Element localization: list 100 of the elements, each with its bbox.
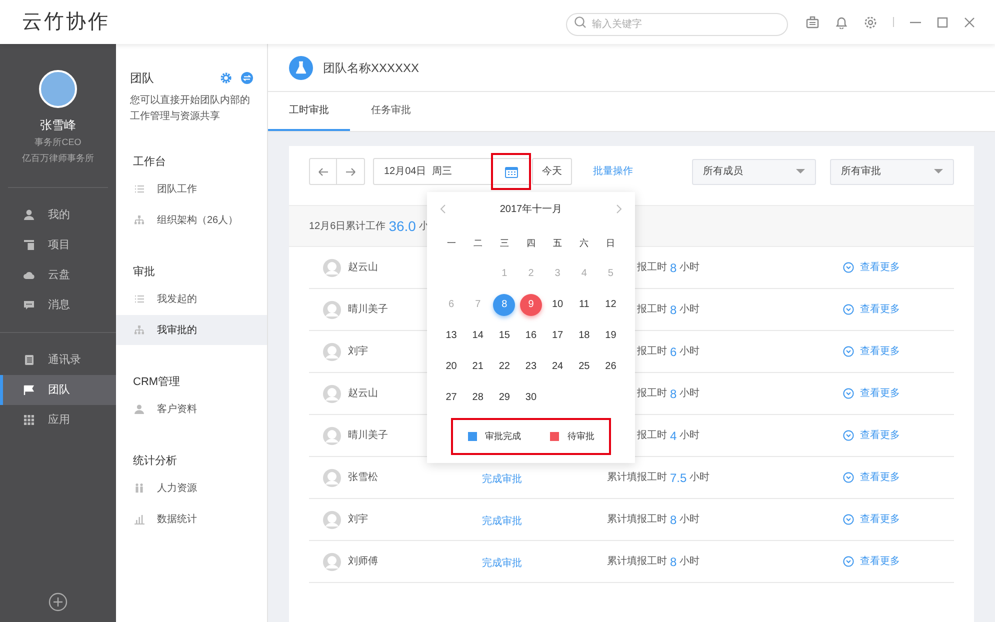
maximize-icon <box>937 16 948 28</box>
day-cell[interactable]: 16 <box>525 328 537 343</box>
weekday-label: 三 <box>498 237 510 250</box>
member-name: 晴川美子 <box>348 428 388 443</box>
next-month-button[interactable] <box>615 204 623 214</box>
day-cell[interactable]: 21 <box>472 359 484 374</box>
filter-select[interactable]: 所有成员 <box>692 158 816 184</box>
avatar-icon <box>323 384 341 402</box>
panel-item[interactable]: 我审批的 <box>116 315 267 345</box>
calendar-icon <box>504 166 518 178</box>
nav-item[interactable]: 应用 <box>0 405 116 435</box>
nav-item[interactable]: 项目 <box>0 230 116 260</box>
panel-description: 您可以直接开始团队内部的工作管理与资源共享 <box>129 94 251 124</box>
search-field[interactable]: 输入关键字 <box>566 12 788 36</box>
filter-select[interactable]: 所有审批 <box>830 158 954 184</box>
tab[interactable]: 工时审批 <box>268 92 350 131</box>
chevron-down-circle-icon <box>843 556 854 567</box>
grid-icon <box>23 414 35 426</box>
day-cell[interactable]: 18 <box>578 328 590 343</box>
hours-label: 报工时 <box>637 386 667 401</box>
member-name: 刘师傅 <box>348 554 378 569</box>
panel-item[interactable]: 我发起的 <box>116 284 267 314</box>
weekday-label: 五 <box>552 237 564 250</box>
hours-unit: 小时 <box>680 512 700 527</box>
avatar-icon <box>323 342 341 360</box>
day-cell[interactable]: 19 <box>605 328 616 343</box>
chevron-down-circle-icon <box>843 346 854 357</box>
day-cell[interactable]: 17 <box>552 328 564 343</box>
date-field[interactable]: 12月04日 周三 <box>373 158 531 185</box>
company-name: 亿百万律师事务所 <box>22 152 94 164</box>
day-cell[interactable]: 22 <box>498 359 510 374</box>
chevron-down-circle-icon <box>843 304 854 315</box>
hours-unit: 小时 <box>680 428 700 443</box>
legend-label: 审批完成 <box>484 430 521 443</box>
chevron-right-icon <box>615 204 623 214</box>
chevron-down-circle-icon <box>843 262 854 273</box>
weekday-label: 二 <box>472 237 484 250</box>
nav-item[interactable]: 消息 <box>0 290 116 320</box>
nav-item[interactable]: 团队 <box>0 375 116 405</box>
chevron-down-circle-icon <box>843 388 854 399</box>
day-cell[interactable]: 20 <box>446 359 457 374</box>
day-cell[interactable]: 29 <box>498 390 510 405</box>
flag-icon <box>23 384 35 396</box>
day-cell[interactable]: 27 <box>446 390 457 405</box>
calendar-button[interactable] <box>491 153 531 190</box>
previous-month-button[interactable] <box>439 204 447 214</box>
chat-icon <box>23 299 35 311</box>
day-cell[interactable]: 13 <box>446 328 457 343</box>
user-name: 张雪峰 <box>40 117 76 134</box>
day-cell[interactable]: 25 <box>578 359 590 374</box>
day-cell[interactable]: 28 <box>472 390 484 405</box>
day-cell[interactable]: 30 <box>525 390 537 405</box>
panel-item[interactable]: 人力资源 <box>116 473 267 503</box>
today-button[interactable]: 今天 <box>532 158 572 185</box>
day-cell[interactable]: 23 <box>525 359 537 374</box>
day-cell[interactable]: 12 <box>605 297 616 312</box>
panel-item[interactable]: 客户资料 <box>116 394 267 424</box>
nav-item[interactable]: 云盘 <box>0 260 116 290</box>
chevron-down-circle-icon <box>843 430 854 441</box>
hours-label: 报工时 <box>637 344 667 359</box>
person-icon <box>23 209 35 221</box>
avatar-icon <box>323 300 341 318</box>
tab[interactable]: 任务审批 <box>350 92 432 131</box>
person-icon <box>134 404 145 414</box>
nav-item[interactable]: 我的 <box>0 200 116 230</box>
settings-icon <box>864 16 877 28</box>
table-icon <box>23 239 35 251</box>
chevron-down-circle-icon <box>843 514 854 525</box>
legend-label: 待审批 <box>567 430 594 443</box>
settings-icon <box>220 72 232 84</box>
app-title: 云竹协作 <box>22 10 110 35</box>
day-cell[interactable]: 15 <box>498 328 510 343</box>
flask-icon <box>289 56 313 80</box>
hours-value: 7.5 <box>670 470 687 486</box>
nav-item[interactable]: 通讯录 <box>0 345 116 375</box>
hierarchy-icon <box>134 214 145 226</box>
day-cell[interactable]: 14 <box>472 328 484 343</box>
hours-value: 8 <box>670 386 677 402</box>
hours-unit: 小时 <box>690 470 710 485</box>
hours-label: 累计填报工时 <box>607 470 667 485</box>
avatar-icon <box>323 552 341 570</box>
section-title: 审批 <box>132 264 156 280</box>
day-cell[interactable]: 10 <box>552 297 564 312</box>
caret-down-icon <box>796 169 805 174</box>
hours-unit: 小时 <box>680 554 700 569</box>
briefcase-icon <box>806 16 819 28</box>
hours-unit: 小时 <box>680 260 700 275</box>
panel-item[interactable]: 组织架构（26人） <box>116 205 267 235</box>
day-cell[interactable]: 24 <box>552 359 564 374</box>
day-cell[interactable]: 26 <box>605 359 616 374</box>
day-cell[interactable]: 11 <box>578 297 590 312</box>
hours-value: 8 <box>670 554 677 570</box>
panel-item[interactable]: 数据统计 <box>116 504 267 534</box>
panel-item[interactable]: 团队工作 <box>116 174 267 204</box>
hours-unit: 小时 <box>680 386 700 401</box>
chevron-left-icon <box>439 204 447 214</box>
caret-down-icon <box>934 169 943 174</box>
add-button[interactable] <box>48 592 68 612</box>
summary-value: 36.0 <box>388 216 416 236</box>
hours-value: 4 <box>670 428 677 444</box>
